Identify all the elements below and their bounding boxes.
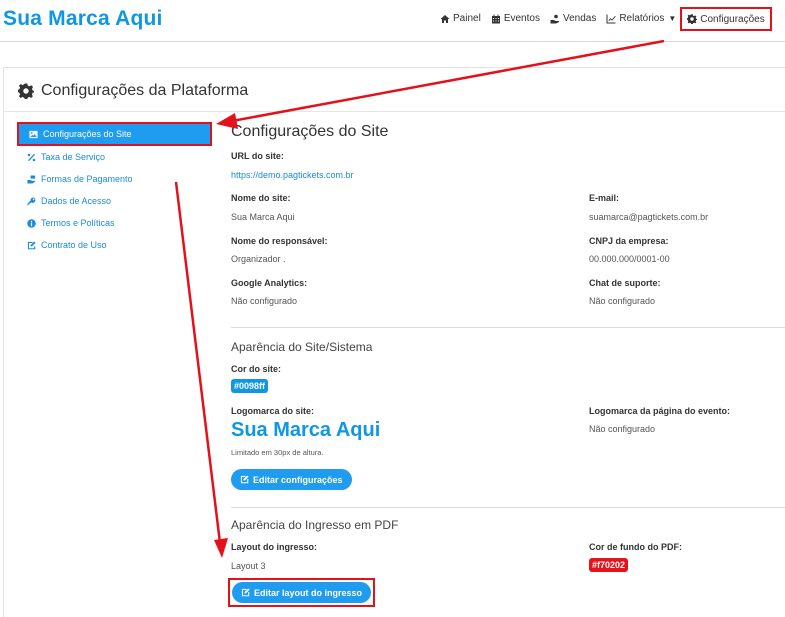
nav-vendas-label: Vendas: [562, 13, 597, 24]
site-name-label: Nome do site:: [231, 193, 291, 203]
ticket-title: Aparência do Ingresso em PDF: [231, 518, 399, 532]
nav-relatorios[interactable]: Relatórios ▼: [606, 13, 676, 24]
chat-label: Chat de suporte:: [589, 278, 661, 288]
nav-vendas[interactable]: Vendas: [550, 13, 596, 24]
nav-painel-label: Painel: [453, 13, 481, 24]
chart-line-icon: [606, 14, 617, 23]
edit-layout-outline: Editar layout do ingresso: [228, 578, 376, 607]
owner-value: Organizador .: [231, 254, 286, 264]
site-color-label: Cor do site:: [231, 364, 282, 374]
edit-ticket-layout-label: Editar layout do ingresso: [254, 587, 363, 598]
section-title: Configurações do Site: [231, 123, 389, 140]
ticket-layout-label: Layout do ingresso:: [231, 542, 318, 552]
sidebar-item-label: Termos e Políticas: [41, 218, 115, 228]
nav-configuracoes[interactable]: Configurações: [680, 7, 772, 31]
url-label: URL do site:: [231, 151, 284, 161]
signature-icon: [27, 240, 36, 249]
logo-label: Logomarca do site:: [231, 406, 315, 416]
analytics-value: Não configurado: [231, 296, 298, 306]
nav-painel[interactable]: Painel: [440, 13, 481, 24]
settings-sidebar: Configurações do Site Taxa de Serviço Fo…: [17, 122, 212, 256]
top-navbar: Sua Marca Aqui Painel Eventos Vendas Rel…: [0, 0, 785, 42]
section-divider: [231, 507, 785, 508]
image-icon: [29, 130, 38, 138]
url-link[interactable]: https://demo.pagtickets.com.br: [231, 170, 354, 180]
site-name-value: Sua Marca Aqui: [231, 212, 295, 222]
key-icon: [27, 196, 36, 206]
sidebar-item-label: Configurações do Site: [43, 129, 132, 139]
owner-label: Nome do responsável:: [231, 236, 328, 246]
sidebar-item-formas-pagamento[interactable]: Formas de Pagamento: [17, 168, 212, 190]
sidebar-item-configuracoes-site[interactable]: Configurações do Site: [17, 122, 212, 146]
edit-settings-button[interactable]: Editar configurações: [231, 469, 352, 490]
nav-eventos-label: Eventos: [503, 13, 540, 24]
hand-money-icon: [27, 174, 36, 184]
pdf-bg-color-badge: #f70202: [589, 558, 629, 572]
edit-icon: [240, 475, 249, 484]
chevron-down-icon: ▼: [668, 14, 677, 23]
percent-icon: [27, 153, 36, 161]
nav-relatorios-label: Relatórios: [619, 13, 665, 24]
calendar-icon: [491, 14, 500, 23]
appearance-title: Aparência do Site/Sistema: [231, 340, 373, 354]
chat-value: Não configurado: [589, 296, 656, 306]
analytics-label: Google Analytics:: [231, 278, 308, 288]
event-logo-label: Logomarca da página do evento:: [589, 406, 731, 416]
site-color-badge: #0098ff: [231, 379, 269, 393]
nav-configuracoes-label: Configurações: [700, 13, 765, 25]
info-icon: [27, 218, 36, 228]
panel-title: Configurações da Plataforma: [41, 82, 249, 99]
panel-header: Configurações da Plataforma: [18, 82, 248, 100]
cnpj-label: CNPJ da empresa:: [589, 236, 669, 246]
nav-eventos[interactable]: Eventos: [491, 13, 540, 24]
gear-icon: [18, 83, 34, 99]
sidebar-item-dados-acesso[interactable]: Dados de Acesso: [17, 190, 212, 212]
edit-ticket-layout-button[interactable]: Editar layout do ingresso: [232, 582, 372, 603]
brand-logo[interactable]: Sua Marca Aqui: [3, 7, 163, 31]
section-divider: [231, 327, 785, 328]
email-label: E-mail:: [589, 193, 620, 203]
sidebar-item-label: Contrato de Uso: [41, 240, 107, 250]
email-value: suamarca@pagtickets.com.br: [589, 212, 709, 222]
sidebar-item-termos-politicas[interactable]: Termos e Políticas: [17, 212, 212, 234]
gear-icon: [687, 14, 698, 24]
home-icon: [440, 14, 450, 23]
edit-settings-label: Editar configurações: [253, 474, 343, 485]
panel-divider: [4, 111, 785, 112]
ticket-layout-value: Layout 3: [231, 561, 266, 571]
logo-note: Limitado em 30px de altura.: [231, 448, 324, 457]
site-logo-preview: Sua Marca Aqui: [231, 419, 381, 441]
main-nav: Painel Eventos Vendas Relatórios ▼: [440, 13, 686, 24]
hand-coins-icon: [550, 14, 559, 23]
sidebar-item-contrato-uso[interactable]: Contrato de Uso: [17, 234, 212, 256]
cnpj-value: 00.000.000/0001-00: [589, 254, 670, 264]
sidebar-item-taxa-servico[interactable]: Taxa de Serviço: [17, 146, 212, 168]
edit-icon: [241, 588, 250, 597]
pdf-bg-label: Cor de fundo do PDF:: [589, 542, 682, 552]
sidebar-item-label: Formas de Pagamento: [41, 174, 133, 184]
event-logo-value: Não configurado: [589, 424, 656, 434]
sidebar-item-label: Dados de Acesso: [41, 196, 112, 206]
sidebar-item-label: Taxa de Serviço: [41, 152, 106, 162]
